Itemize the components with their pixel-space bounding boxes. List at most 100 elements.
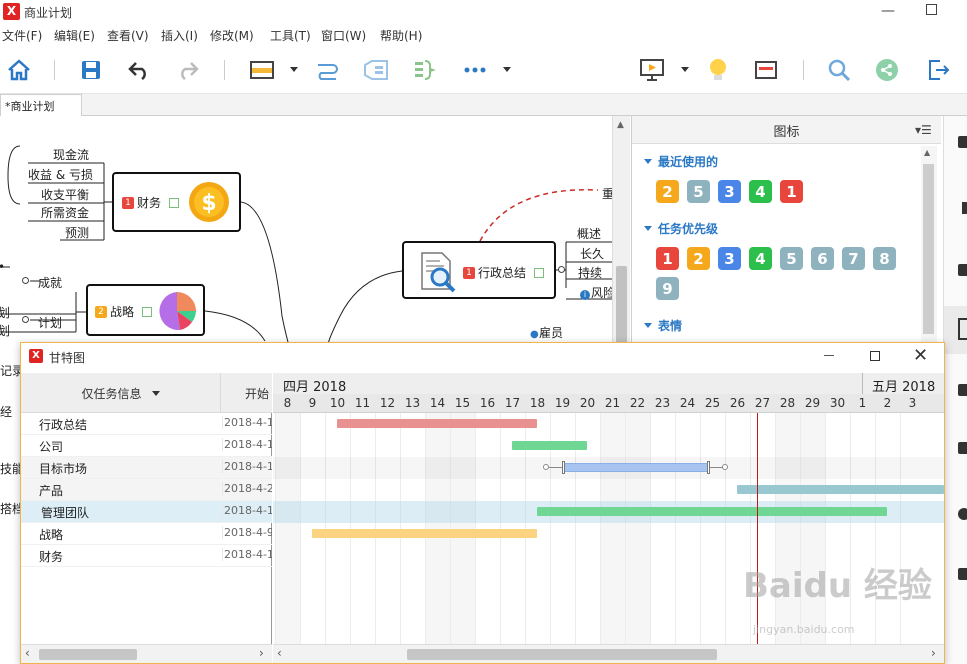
menu-window[interactable]: 窗口(W) (321, 27, 366, 44)
collapse-handle-icon[interactable] (22, 316, 29, 323)
maximize-icon[interactable] (926, 4, 937, 15)
task-row[interactable]: 战略 2018-4-9 (21, 523, 272, 545)
section-emotion[interactable]: 表情 (644, 317, 682, 334)
relationship-partial-label[interactable]: 重 (602, 185, 612, 202)
priority-8-icon[interactable]: 8 (873, 247, 896, 270)
subtopic-partial-plan-a[interactable]: 划 (0, 304, 10, 321)
boundary-icon[interactable] (362, 56, 390, 84)
section-task-priority[interactable]: 任务优先级 (644, 220, 718, 237)
gantt-bar-product[interactable] (737, 485, 944, 494)
timeline-hscrollbar[interactable]: ‹ › (273, 644, 944, 663)
topic-style-icon[interactable] (248, 56, 276, 84)
drag-handle-icon[interactable] (543, 464, 549, 470)
recent-priority-4-icon[interactable]: 4 (749, 180, 772, 203)
menu-view[interactable]: 查看(V) (107, 27, 149, 44)
clipart-icon[interactable] (958, 568, 967, 580)
scroll-right-icon[interactable]: › (259, 646, 264, 660)
subtopic-risk[interactable]: i 风险 (580, 284, 612, 301)
scroll-left-icon[interactable]: ‹ (277, 646, 282, 660)
collapse-handle-icon[interactable] (558, 266, 565, 273)
note-icon[interactable] (958, 384, 967, 396)
priority-1-icon[interactable]: 1 (656, 247, 679, 270)
comment-icon[interactable] (958, 508, 967, 520)
gantt-bar-strategy[interactable] (312, 529, 537, 538)
maximize-icon[interactable] (870, 351, 880, 361)
gantt-bar-company[interactable] (512, 441, 587, 450)
scrollbar-thumb[interactable] (39, 649, 137, 660)
image-icon[interactable] (958, 264, 967, 276)
scroll-right-icon[interactable]: › (931, 646, 936, 660)
menu-edit[interactable]: 编辑(E) (54, 27, 95, 44)
task-row[interactable]: 行政总结 2018-4-1 (21, 413, 272, 435)
back-icon[interactable] (962, 202, 967, 214)
priority-3-icon[interactable]: 3 (718, 247, 741, 270)
topic-finance[interactable]: 1 财务 $ (112, 172, 241, 232)
presentation-icon[interactable] (638, 56, 666, 84)
menu-file[interactable]: 文件(F) (2, 27, 42, 44)
task-icon[interactable] (958, 442, 967, 454)
subtopic-forecast[interactable]: 预测 (65, 224, 89, 241)
relationship-icon[interactable] (313, 56, 341, 84)
export-icon[interactable] (924, 56, 952, 84)
minimize-icon[interactable]: — (878, 0, 898, 22)
collapse-handle-icon[interactable] (22, 277, 29, 284)
resize-handle-icon[interactable] (707, 461, 710, 474)
menu-insert[interactable]: 插入(I) (161, 27, 198, 44)
tab-business-plan[interactable]: *商业计划 (0, 94, 82, 117)
panel-menu-icon[interactable]: ▾☰ (915, 123, 932, 137)
chevron-down-icon[interactable] (290, 67, 298, 72)
task-filter-dropdown[interactable]: 仅任务信息 (21, 373, 221, 413)
outline-icon[interactable] (958, 136, 967, 148)
menu-help[interactable]: 帮助(H) (380, 27, 422, 44)
drag-handle-icon[interactable] (722, 464, 728, 470)
resize-handle-icon[interactable] (562, 461, 565, 474)
priority-6-icon[interactable]: 6 (811, 247, 834, 270)
chevron-down-icon[interactable] (503, 67, 511, 72)
subtopic-break-even[interactable]: 收支平衡 (41, 186, 89, 203)
recent-priority-5-icon[interactable]: 5 (687, 180, 710, 203)
gantt-bar-target-market[interactable] (562, 463, 710, 472)
scrollbar-thumb[interactable] (923, 164, 934, 334)
priority-9-icon[interactable]: 9 (656, 277, 679, 300)
recent-priority-1-icon[interactable]: 1 (780, 180, 803, 203)
task-row[interactable]: 目标市场 2018-4-1 (21, 457, 272, 479)
topic-admin-summary[interactable]: 1 行政总结 (402, 241, 556, 299)
scrollbar-thumb[interactable] (407, 649, 717, 660)
subtopic-overview[interactable]: 概述 (577, 225, 601, 242)
share-icon[interactable] (873, 56, 901, 84)
idea-bulb-icon[interactable] (704, 56, 732, 84)
save-icon[interactable] (77, 56, 105, 84)
scroll-left-icon[interactable]: ‹ (25, 646, 30, 660)
task-row[interactable]: 产品 2018-4-2 (21, 479, 272, 501)
task-row[interactable]: 财务 2018-4-1 (21, 545, 272, 567)
task-row[interactable]: 公司 2018-4-1 (21, 435, 272, 457)
recent-priority-3-icon[interactable]: 3 (718, 180, 741, 203)
subtopic-employee[interactable]: ●雇员 (530, 324, 563, 341)
subtopic-plan[interactable]: 计划 (38, 314, 62, 331)
close-icon[interactable]: ✕ (913, 345, 928, 367)
redo-icon[interactable] (174, 56, 202, 84)
scroll-up-icon[interactable]: ▲ (617, 120, 624, 130)
scroll-up-icon[interactable]: ▲ (924, 148, 930, 157)
sidebar-active-item[interactable] (944, 306, 967, 354)
search-icon[interactable] (825, 56, 853, 84)
minimize-icon[interactable] (824, 355, 834, 356)
priority-2-icon[interactable]: 2 (687, 247, 710, 270)
subtopic-partial-plan-b[interactable]: 划 (0, 322, 10, 339)
task-list-hscrollbar[interactable]: ‹ › (21, 644, 272, 663)
subtopic-achievements[interactable]: 成就 (38, 274, 62, 291)
menu-modify[interactable]: 修改(M) (210, 27, 254, 44)
task-row-selected[interactable]: 管理团队 2018-4-1 (21, 501, 272, 523)
summary-icon[interactable] (410, 56, 438, 84)
chevron-down-icon[interactable] (681, 67, 689, 72)
subtopic-ongoing[interactable]: 持续 (578, 264, 602, 281)
more-icon[interactable] (461, 56, 489, 84)
format-panel-icon[interactable] (752, 56, 780, 84)
recent-priority-2-icon[interactable]: 2 (656, 180, 679, 203)
priority-5-icon[interactable]: 5 (780, 247, 803, 270)
menu-tools[interactable]: 工具(T) (270, 27, 311, 44)
subtopic-funding[interactable]: 所需资金 (41, 204, 89, 221)
gantt-timeline[interactable]: 四月 2018 五月 2018 8 9 10 11 12 13 14 15 16 17 18 19 20… (273, 373, 944, 644)
subtopic-cashflow[interactable]: 现金流 (53, 146, 89, 163)
gantt-bar-management[interactable] (537, 507, 887, 516)
